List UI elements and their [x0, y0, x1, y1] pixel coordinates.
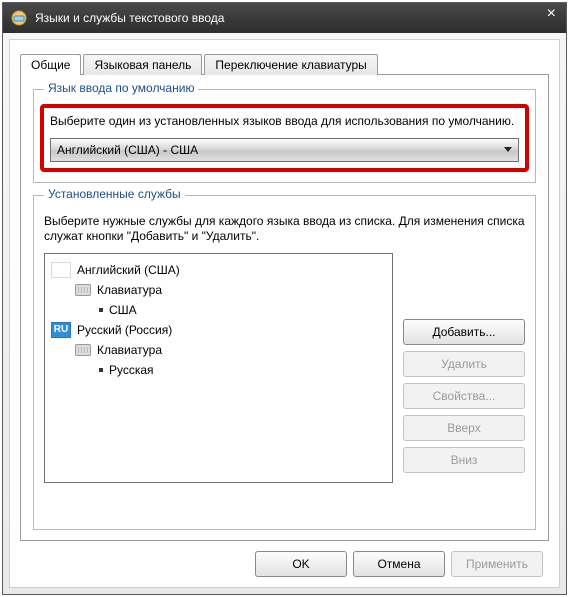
tree-lang-ru-label: Русский (Россия)	[77, 323, 172, 337]
service-buttons-column: Добавить... Удалить Свойства... Вверх Вн…	[403, 319, 525, 483]
default-language-value: Английский (США) - США	[57, 143, 198, 157]
bullet-icon	[99, 368, 103, 372]
tree-en-keyboard-label: Клавиатура	[97, 283, 162, 297]
add-button[interactable]: Добавить...	[403, 319, 525, 345]
lang-badge-en: EN	[51, 262, 71, 278]
keyboard-icon	[75, 344, 91, 356]
tree-lang-ru[interactable]: RU Русский (Россия)	[51, 320, 386, 340]
installed-services-description: Выберите нужные службы для каждого языка…	[44, 214, 525, 245]
close-icon[interactable]: ×	[547, 6, 556, 22]
tab-page-general: Язык ввода по умолчанию Выберите один из…	[20, 74, 549, 541]
default-language-dropdown[interactable]: Английский (США) - США	[50, 138, 519, 162]
tree-ru-layout-label: Русская	[109, 363, 154, 377]
tree-lang-en[interactable]: EN Английский (США)	[51, 260, 386, 280]
dialog-buttons: OK Отмена Применить	[20, 541, 549, 581]
keyboard-app-icon	[11, 10, 27, 26]
languages-tree[interactable]: EN Английский (США) Клавиатура США	[44, 253, 393, 483]
group-default-language-legend: Язык ввода по умолчанию	[44, 81, 198, 95]
move-up-button: Вверх	[403, 415, 525, 441]
tree-lang-en-label: Английский (США)	[77, 263, 180, 277]
tree-ru-keyboard-node[interactable]: Клавиатура	[51, 340, 386, 360]
highlight-annotation: Выберите один из установленных языков вв…	[40, 104, 529, 172]
group-installed-services: Установленные службы Выберите нужные слу…	[33, 195, 536, 530]
services-row: EN Английский (США) Клавиатура США	[44, 253, 525, 483]
properties-button: Свойства...	[403, 383, 525, 409]
tree-en-layout-label: США	[109, 303, 137, 317]
cancel-button[interactable]: Отмена	[353, 551, 445, 577]
window-title: Языки и службы текстового ввода	[35, 11, 224, 25]
tab-language-bar[interactable]: Языковая панель	[83, 54, 202, 75]
tab-row: Общие Языковая панель Переключение клави…	[20, 50, 549, 74]
bullet-icon	[99, 308, 103, 312]
tab-keyboard-switching[interactable]: Переключение клавиатуры	[204, 54, 377, 75]
remove-button: Удалить	[403, 351, 525, 377]
window: Языки и службы текстового ввода × Общие …	[2, 2, 567, 595]
chevron-down-icon	[504, 147, 512, 152]
tree-en-keyboard-node[interactable]: Клавиатура	[51, 280, 386, 300]
client-area: Общие Языковая панель Переключение клави…	[9, 39, 560, 588]
titlebar: Языки и службы текстового ввода ×	[3, 3, 566, 33]
tree-ru-keyboard-label: Клавиатура	[97, 343, 162, 357]
lang-badge-ru: RU	[51, 322, 71, 338]
default-language-description: Выберите один из установленных языков вв…	[50, 114, 519, 130]
tree-ru-layout-node[interactable]: Русская	[51, 360, 386, 380]
group-installed-services-legend: Установленные службы	[44, 187, 185, 201]
keyboard-icon	[75, 284, 91, 296]
apply-button: Применить	[451, 551, 543, 577]
tree-en-layout-node[interactable]: США	[51, 300, 386, 320]
tab-general[interactable]: Общие	[20, 54, 81, 75]
group-default-language: Язык ввода по умолчанию Выберите один из…	[33, 89, 536, 183]
ok-button[interactable]: OK	[255, 551, 347, 577]
move-down-button: Вниз	[403, 447, 525, 473]
